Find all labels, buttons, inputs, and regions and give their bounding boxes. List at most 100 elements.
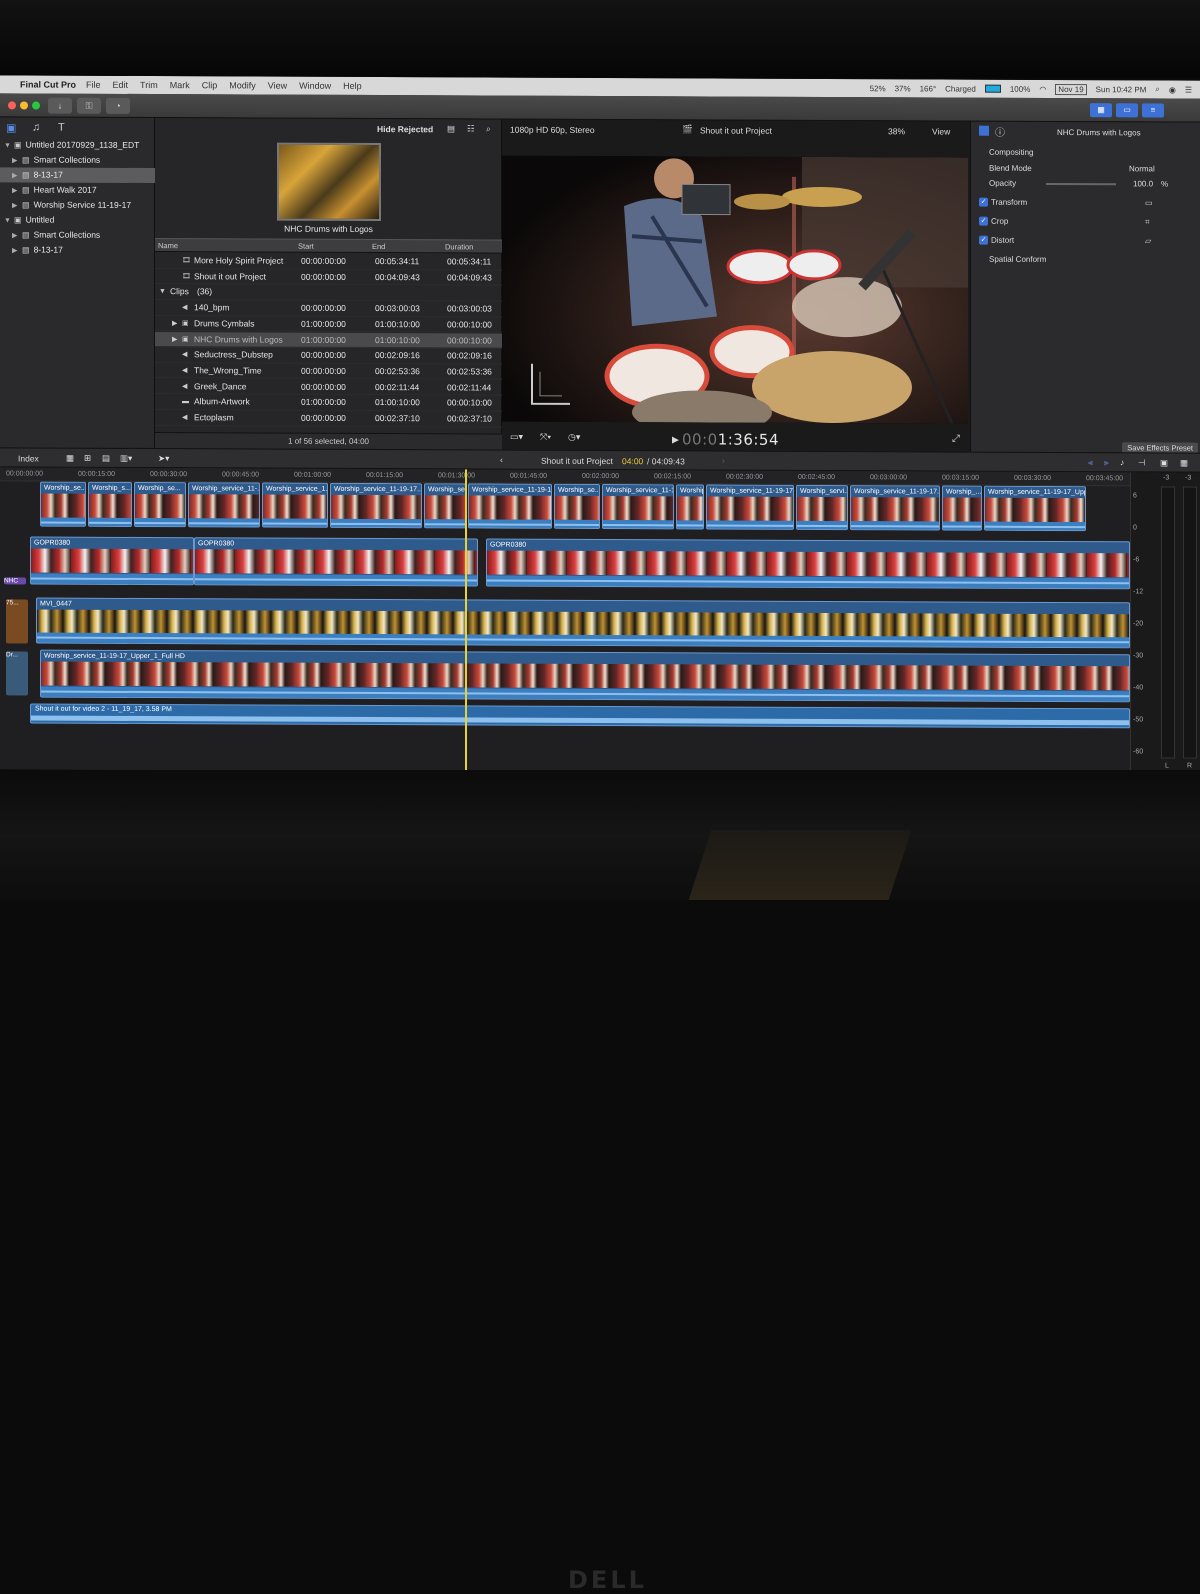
play-button[interactable]: ▶ [672, 434, 679, 445]
disclosure-triangle-icon[interactable]: ▶ [172, 332, 177, 348]
timeline-clip[interactable]: Worship_se... [40, 482, 86, 527]
zoom-window-button[interactable] [32, 102, 40, 110]
list-view-icon[interactable]: ☷ [467, 123, 475, 134]
menu-window[interactable]: Window [299, 81, 331, 91]
browser-row[interactable]: ▶▣NHC Drums with Logos01:00:00:0001:00:1… [155, 332, 502, 349]
insert-clip-icon[interactable]: ⊞ [84, 453, 91, 464]
menu-mark[interactable]: Mark [170, 80, 190, 90]
disclosure-triangle-icon[interactable]: ▶ [12, 183, 22, 198]
distort-checkbox[interactable]: ✓ [979, 236, 988, 245]
keywords-button[interactable]: ⚿ [77, 98, 101, 114]
timeline-clip[interactable]: Worship_service_11-19-17... [330, 483, 422, 528]
timeline-clip[interactable]: Worship_service_11-19-17... [468, 483, 552, 528]
user-icon[interactable]: ◉ [1169, 85, 1176, 94]
transform-tools-icon[interactable]: ⤧▾ [540, 432, 551, 443]
audio-skimming-icon[interactable]: ⫸ [1104, 457, 1109, 468]
library-item[interactable]: ▶▤8-13-17 [0, 167, 155, 183]
append-clip-icon[interactable]: ▤ [102, 453, 110, 464]
effects-browser-icon[interactable]: ▦ [1180, 458, 1188, 469]
solo-icon[interactable]: ♪ [1120, 457, 1124, 467]
show-timeline-button[interactable]: ▭ [1116, 103, 1138, 117]
crop-checkbox[interactable]: ✓ [979, 217, 988, 226]
battery-state[interactable]: Charged [945, 84, 976, 93]
libraries-icon[interactable]: ▣ [6, 121, 16, 134]
video-skimming-icon[interactable]: ⫷ [1088, 457, 1093, 468]
crop-onscreen-icon[interactable]: ⌗ [1145, 213, 1150, 231]
timecode-display[interactable]: 00:01:36:54 [682, 430, 779, 448]
timeline-clip[interactable]: Worship_se... [554, 484, 600, 529]
minimize-window-button[interactable] [20, 101, 28, 109]
browser-row[interactable]: ▬Album-Artwork01:00:00:0001:00:10:0000:0… [155, 394, 502, 411]
clock[interactable]: Sun 10:42 PM [1096, 85, 1147, 94]
browser-row[interactable]: 🎞Shout it out Project00:00:00:0000:04:09… [155, 269, 502, 286]
overwrite-clip-icon[interactable]: ▥▾ [120, 453, 132, 464]
timeline-clip[interactable]: Worship_se... [134, 482, 186, 527]
background-tasks-button[interactable]: ◔ [106, 98, 130, 114]
library-item[interactable]: ▼▣Untitled [0, 212, 155, 228]
timeline-clip[interactable]: Worship_se... [424, 483, 466, 528]
notification-center-icon[interactable]: ☰ [1185, 85, 1192, 94]
disclosure-triangle-icon[interactable]: ▶ [12, 153, 22, 168]
distort-onscreen-icon[interactable]: ▱ [1145, 232, 1151, 250]
timeline-clip[interactable]: Worship_service_11-19-17... [706, 484, 794, 529]
spotlight-icon[interactable]: ⌕ [1155, 84, 1159, 94]
timeline-clip[interactable]: Worship_service_1... [262, 483, 328, 528]
transform-checkbox[interactable]: ✓ [979, 198, 988, 207]
disclosure-triangle-icon[interactable]: ▶ [172, 316, 177, 332]
disclosure-triangle-icon[interactable]: ▶ [12, 228, 22, 243]
menu-edit[interactable]: Edit [113, 80, 129, 90]
menu-view[interactable]: View [268, 81, 287, 91]
disclosure-triangle-icon[interactable]: ▼ [159, 284, 166, 300]
hide-rejected-menu[interactable]: Hide Rejected [377, 124, 433, 134]
column-duration[interactable]: Duration [445, 242, 473, 251]
battery-icon[interactable] [985, 85, 1001, 93]
library-item[interactable]: ▶▤Worship Service 11-19-17 [0, 197, 155, 213]
timeline-forward-icon[interactable]: › [722, 456, 725, 466]
distort-effect[interactable]: ✓ Distort ▱ [971, 232, 1200, 251]
filmstrip-view-icon[interactable]: ▤ [447, 123, 455, 134]
timeline-tracks[interactable]: Worship_se...Worship_s...Worship_se...Wo… [0, 481, 1130, 774]
library-item[interactable]: ▼▣Untitled 20170929_1138_EDT [0, 137, 155, 153]
timeline-clip[interactable]: Worship_service_11-... [188, 482, 260, 527]
show-browser-button[interactable]: ▦ [1090, 103, 1112, 117]
app-name-menu[interactable]: Final Cut Pro [20, 79, 76, 89]
select-tool-icon[interactable]: ➤▾ [158, 453, 169, 464]
browser-row[interactable]: ◀Greek_Dance00:00:00:0000:02:11:4400:02:… [155, 379, 502, 396]
disclosure-triangle-icon[interactable]: ▶ [12, 168, 22, 183]
nhc-clip-tag[interactable]: NHC [4, 577, 26, 584]
opacity-slider[interactable] [1046, 183, 1116, 185]
show-inspector-button[interactable]: ≡ [1142, 103, 1164, 117]
snapping-icon[interactable]: ⊣ [1138, 457, 1145, 468]
cpu-meter-2[interactable]: 37% [895, 84, 911, 93]
zoom-menu[interactable]: 38% [888, 126, 905, 136]
enhancements-menu-icon[interactable]: ▭▾ [510, 432, 523, 443]
timeline-clip[interactable]: GOPR0380 [30, 537, 194, 586]
search-icon[interactable]: ⌕ [486, 124, 491, 135]
browser-row[interactable]: ▶▣Drums Cymbals01:00:00:0001:00:10:0000:… [155, 316, 502, 333]
connect-clip-icon[interactable]: ▦ [66, 453, 74, 464]
library-item[interactable]: ▶▤8-13-17 [0, 242, 155, 258]
library-item[interactable]: ▶▤Heart Walk 2017 [0, 182, 155, 198]
menu-clip[interactable]: Clip [202, 80, 218, 90]
speed-menu-icon[interactable]: ◷▾ [568, 432, 580, 443]
timeline-clip[interactable]: Worship_s... [88, 482, 132, 527]
cpu-meter-1[interactable]: 52% [870, 84, 886, 93]
fullscreen-icon[interactable]: ⤢ [952, 434, 960, 445]
import-media-button[interactable]: ↓ [48, 98, 72, 114]
menu-modify[interactable]: Modify [229, 80, 256, 90]
timeline-clip[interactable]: Worship_service_11-19-17... [850, 485, 940, 530]
timeline-clip[interactable]: Worship_service_11-19-17_Upper_1_Full HD [40, 650, 1130, 703]
timeline-clip[interactable]: Worship_service_11-19-17_Upper... [984, 486, 1086, 531]
wifi-icon[interactable]: ◠ [1039, 84, 1046, 93]
transform-onscreen-icon[interactable]: ▭ [1145, 194, 1153, 212]
clip-thumbnail[interactable] [277, 143, 381, 221]
column-name[interactable]: Name [158, 241, 178, 250]
timeline-back-icon[interactable]: ‹ [500, 455, 503, 465]
battery-percent[interactable]: 100% [1010, 84, 1030, 93]
disclosure-triangle-icon[interactable]: ▶ [12, 243, 22, 258]
browser-row[interactable]: ◀The_Wrong_Time00:00:00:0000:02:53:3600:… [155, 363, 502, 380]
menu-help[interactable]: Help [343, 81, 362, 91]
playhead[interactable] [465, 469, 467, 771]
connected-drums-clip[interactable]: Dr... [6, 651, 28, 695]
browser-row[interactable]: ◀Seductress_Dubstep00:00:00:0000:02:09:1… [155, 347, 502, 364]
